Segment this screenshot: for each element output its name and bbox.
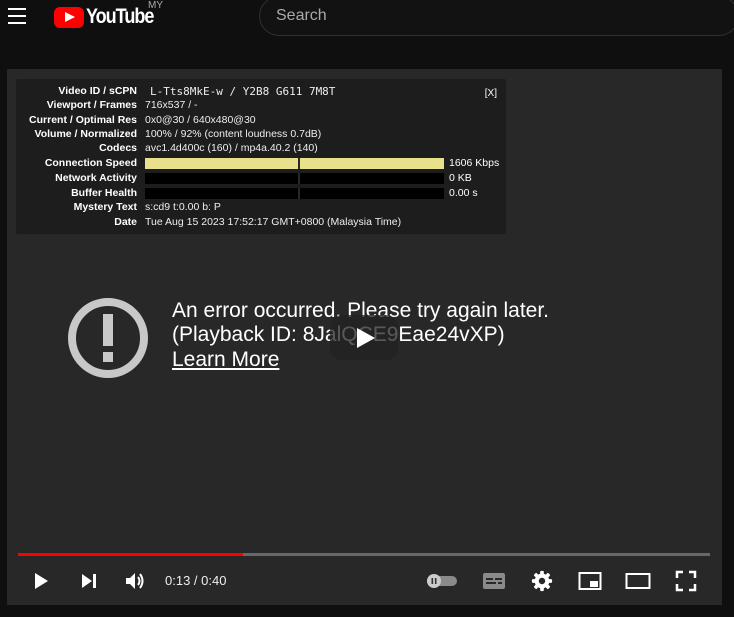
stat-value: 100% / 92% (content loudness 0.7dB) — [145, 128, 322, 140]
stats-for-nerds-panel: [X] Video ID / sCPN L-Tts8MkE-w / Y2B8 G… — [16, 79, 506, 234]
play-logo-icon — [54, 6, 84, 28]
learn-more-link[interactable]: Learn More — [172, 348, 279, 372]
stat-row-date: Date Tue Aug 15 2023 17:52:17 GMT+0800 (… — [16, 215, 506, 229]
stat-value: s:cd9 t:0.00 b: P — [145, 201, 221, 213]
theater-mode-button[interactable] — [624, 569, 652, 593]
stat-row-volume: Volume / Normalized 100% / 92% (content … — [16, 127, 506, 141]
stat-row-buffer-health: Buffer Health 0.00 s — [16, 186, 506, 200]
video-player[interactable]: [X] Video ID / sCPN L-Tts8MkE-w / Y2B8 G… — [7, 69, 722, 605]
error-icon — [68, 298, 148, 378]
stat-label: Mystery Text — [73, 201, 137, 213]
stat-label: Current / Optimal Res — [29, 114, 137, 126]
next-icon — [82, 574, 96, 588]
progress-played — [18, 553, 243, 556]
subtitles-icon — [483, 573, 505, 589]
time-display: 0:13 / 0:40 — [165, 573, 227, 588]
subtitles-button[interactable] — [482, 569, 506, 593]
logo-text: YouTube — [86, 5, 154, 28]
play-icon — [35, 573, 48, 589]
fullscreen-icon — [675, 570, 697, 592]
play-button[interactable] — [29, 569, 53, 593]
stat-row-network-activity: Network Activity 0 KB — [16, 171, 506, 185]
stat-value: 716x537 / - — [145, 99, 198, 111]
mute-button[interactable] — [123, 569, 147, 593]
stat-label: Codecs — [99, 142, 137, 154]
stat-value: 0x0@30 / 640x480@30 — [145, 114, 256, 126]
stat-label: Buffer Health — [71, 187, 137, 199]
country-code: MY — [148, 0, 163, 11]
stat-value: 0 KB — [449, 172, 472, 184]
fullscreen-button[interactable] — [673, 569, 699, 593]
network-activity-bar — [145, 172, 444, 184]
stat-label: Viewport / Frames — [46, 99, 137, 111]
large-play-button[interactable] — [330, 315, 398, 360]
search-box[interactable] — [259, 0, 734, 36]
settings-button[interactable] — [530, 569, 554, 593]
masthead: YouTube MY — [0, 0, 734, 36]
stat-row-resolution: Current / Optimal Res 0x0@30 / 640x480@3… — [16, 113, 506, 127]
miniplayer-icon — [578, 572, 602, 590]
gear-icon — [531, 570, 553, 592]
connection-speed-bar — [145, 157, 444, 169]
buffer-health-bar — [145, 187, 444, 199]
autoplay-toggle-icon — [427, 574, 457, 588]
stat-row-video-id: Video ID / sCPN L-Tts8MkE-w / Y2B8 G611 … — [16, 84, 506, 98]
stat-value: 1606 Kbps — [449, 157, 500, 169]
stat-label: Network Activity — [55, 172, 137, 184]
stat-value: avc1.4d400c (160) / mp4a.40.2 (140) — [145, 142, 318, 154]
stat-label: Date — [114, 216, 137, 228]
volume-icon — [126, 573, 144, 589]
autoplay-toggle[interactable] — [425, 569, 459, 593]
miniplayer-button[interactable] — [577, 569, 603, 593]
stat-row-viewport: Viewport / Frames 716x537 / - — [16, 98, 506, 112]
next-button[interactable] — [77, 569, 101, 593]
stat-row-codecs: Codecs avc1.4d400c (160) / mp4a.40.2 (14… — [16, 141, 506, 155]
menu-icon[interactable] — [8, 8, 28, 24]
stat-row-connection-speed: Connection Speed 1606 Kbps — [16, 156, 506, 170]
progress-bar[interactable] — [18, 553, 710, 556]
stat-value: 0.00 s — [449, 187, 478, 199]
theater-mode-icon — [625, 573, 651, 589]
search-input[interactable] — [276, 5, 716, 27]
stat-label: Video ID / sCPN — [58, 85, 137, 97]
stat-label: Connection Speed — [44, 157, 137, 169]
stat-value: Tue Aug 15 2023 17:52:17 GMT+0800 (Malay… — [145, 216, 402, 228]
stat-row-mystery-text: Mystery Text s:cd9 t:0.00 b: P — [16, 200, 506, 214]
stat-label: Volume / Normalized — [34, 128, 138, 140]
stat-value: L-Tts8MkE-w / Y2B8 G611 7M8T — [150, 84, 336, 98]
